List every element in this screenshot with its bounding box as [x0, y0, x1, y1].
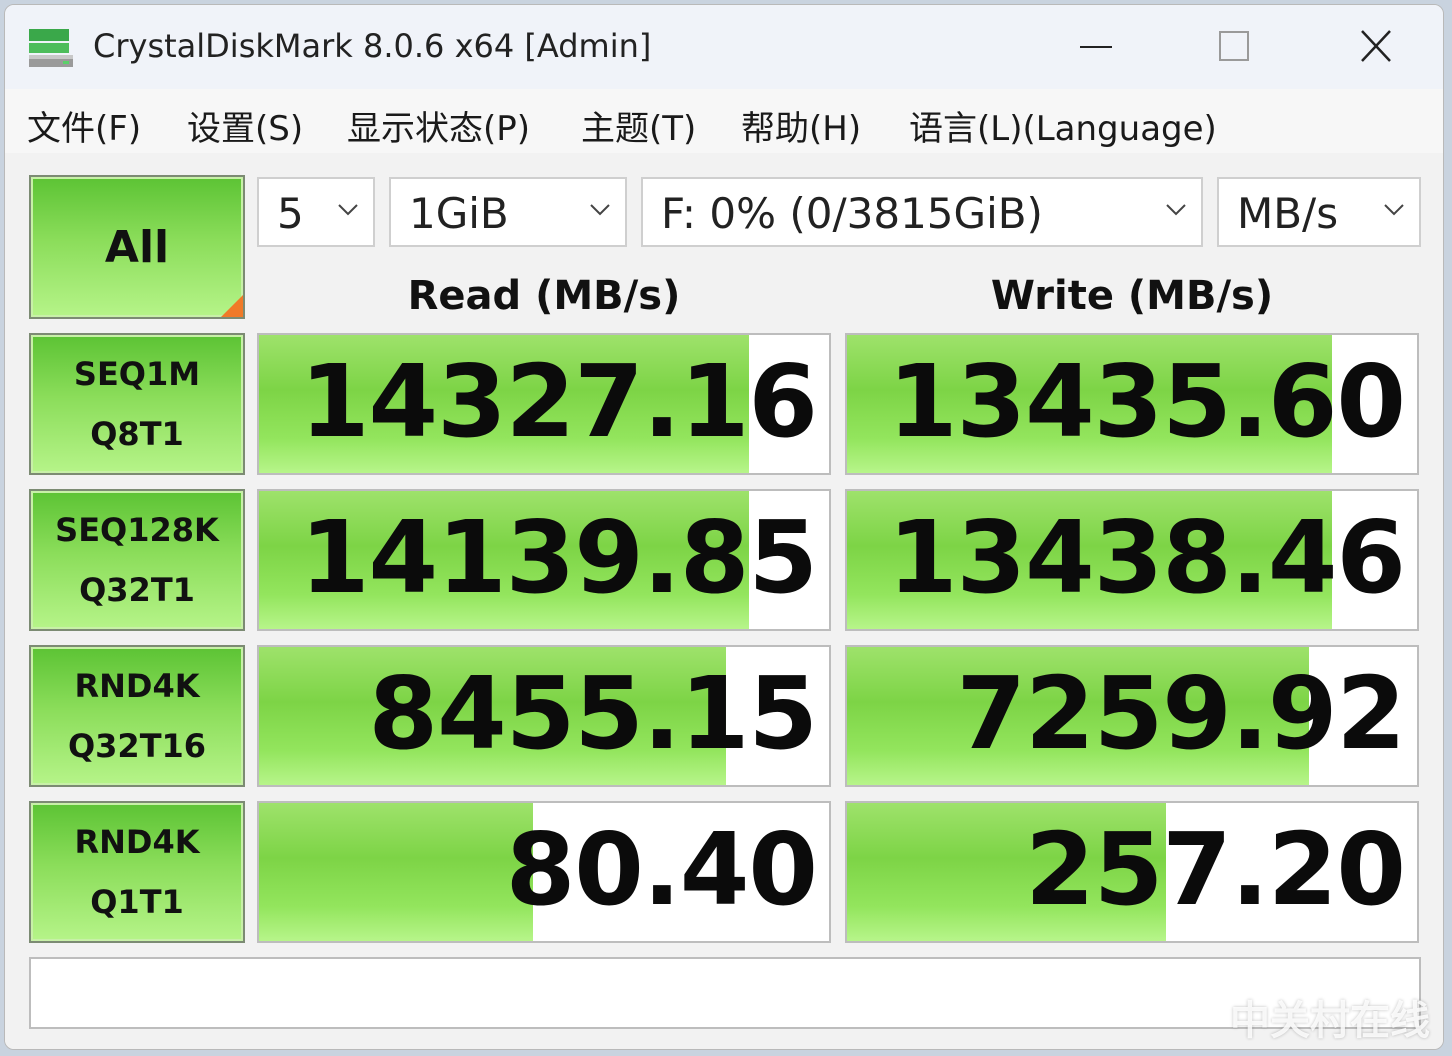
write-column-header: Write (MB/s)	[990, 273, 1274, 319]
unit-select[interactable]: MB/s	[1217, 177, 1421, 247]
all-button[interactable]: All	[29, 175, 245, 319]
close-button[interactable]	[1341, 17, 1411, 77]
disk-app-icon	[27, 23, 75, 71]
read-result-seq1m: 14327.16	[257, 333, 831, 475]
read-result-rnd4k-q1t1: 80.40	[257, 801, 831, 943]
chevron-down-icon	[1384, 204, 1404, 216]
menu-language[interactable]: 语言(L)(Language)	[909, 101, 1217, 150]
write-result-seq1m: 13435.60	[845, 333, 1419, 475]
minimize-icon	[1080, 46, 1112, 48]
count-value: 5	[277, 189, 304, 238]
app-window: CrystalDiskMark 8.0.6 x64 [Admin] 文件(F) …	[4, 4, 1444, 1050]
size-value: 1GiB	[409, 189, 509, 238]
window-title: CrystalDiskMark 8.0.6 x64 [Admin]	[93, 27, 652, 65]
close-icon	[1361, 30, 1391, 62]
menu-display-status[interactable]: 显示状态(P)	[347, 101, 530, 150]
test-label-line1: SEQ128K	[55, 511, 219, 549]
chevron-down-icon	[590, 204, 610, 216]
menu-bar: 文件(F) 设置(S) 显示状态(P) 主题(T) 帮助(H) 语言(L)(La…	[5, 89, 1443, 154]
write-value: 7259.92	[956, 655, 1406, 772]
test-button-seq1m-q8t1[interactable]: SEQ1M Q8T1	[29, 333, 245, 475]
test-button-rnd4k-q1t1[interactable]: RND4K Q1T1	[29, 801, 245, 943]
comment-field[interactable]	[29, 957, 1421, 1029]
write-result-seq128k: 13438.46	[845, 489, 1419, 631]
size-select[interactable]: 1GiB	[389, 177, 627, 247]
write-value: 13438.46	[887, 499, 1406, 616]
test-button-seq128k-q32t1[interactable]: SEQ128K Q32T1	[29, 489, 245, 631]
read-result-rnd4k-q32t16: 8455.15	[257, 645, 831, 787]
maximize-button[interactable]	[1199, 17, 1269, 77]
test-label-line2: Q1T1	[90, 883, 184, 921]
unit-value: MB/s	[1237, 189, 1339, 238]
main-panel: All 5 1GiB F: 0% (0/3815GiB) MB/s Read (…	[5, 153, 1443, 1049]
test-button-rnd4k-q32t16[interactable]: RND4K Q32T16	[29, 645, 245, 787]
test-label-line1: RND4K	[74, 667, 200, 705]
chevron-down-icon	[1166, 204, 1186, 216]
all-button-label: All	[104, 221, 170, 273]
maximize-icon	[1219, 31, 1249, 61]
test-label-line2: Q32T1	[79, 571, 195, 609]
minimize-button[interactable]	[1061, 17, 1131, 77]
menu-file[interactable]: 文件(F)	[27, 101, 141, 150]
read-progress-fill	[259, 803, 533, 941]
count-select[interactable]: 5	[257, 177, 375, 247]
test-label-line1: SEQ1M	[73, 355, 201, 393]
drive-select[interactable]: F: 0% (0/3815GiB)	[641, 177, 1203, 247]
read-value: 14139.85	[299, 499, 818, 616]
menu-settings[interactable]: 设置(S)	[187, 101, 303, 150]
read-value: 80.40	[505, 811, 818, 928]
read-value: 14327.16	[299, 343, 818, 460]
write-result-rnd4k-q32t16: 7259.92	[845, 645, 1419, 787]
read-result-seq128k: 14139.85	[257, 489, 831, 631]
watermark-logo: 中关村在线	[1230, 998, 1430, 1044]
test-label-line1: RND4K	[74, 823, 200, 861]
write-value: 13435.60	[887, 343, 1406, 460]
title-bar: CrystalDiskMark 8.0.6 x64 [Admin]	[5, 5, 1443, 89]
read-column-header: Read (MB/s)	[407, 273, 681, 319]
corner-marker	[221, 295, 243, 317]
test-label-line2: Q32T16	[67, 727, 207, 765]
drive-value: F: 0% (0/3815GiB)	[661, 189, 1043, 238]
menu-help[interactable]: 帮助(H)	[741, 101, 861, 150]
menu-theme[interactable]: 主题(T)	[581, 101, 696, 150]
chevron-down-icon	[338, 204, 358, 216]
write-result-rnd4k-q1t1: 257.20	[845, 801, 1419, 943]
read-value: 8455.15	[368, 655, 818, 772]
test-label-line2: Q8T1	[90, 415, 184, 453]
write-value: 257.20	[1025, 811, 1406, 928]
